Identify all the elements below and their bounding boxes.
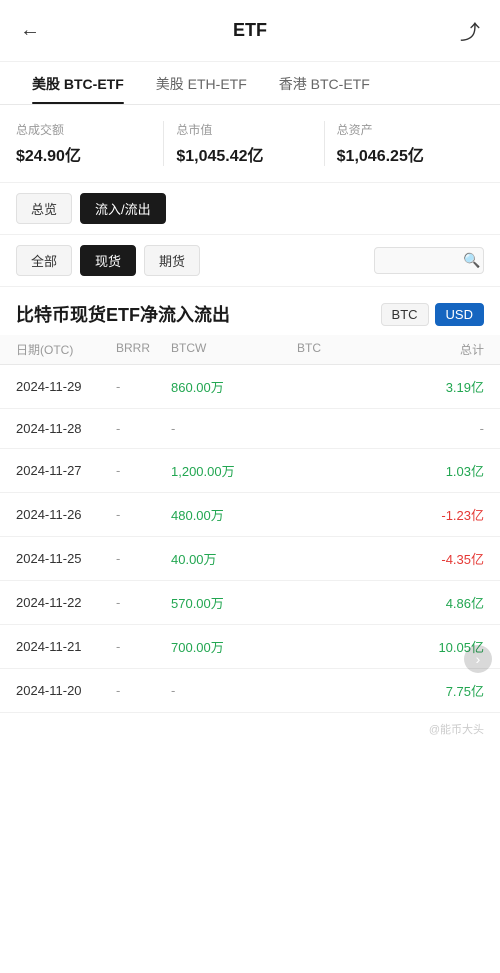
- stat-marketcap-label: 总市值: [176, 121, 311, 138]
- cell-date: 2024-11-29: [16, 379, 116, 394]
- cell-date: 2024-11-25: [16, 551, 116, 566]
- stats-section: 总成交额 $24.90亿 总市值 $1,045.42亿 总资产 $1,046.2…: [0, 105, 500, 183]
- cell-btcw: 700.00万: [171, 637, 246, 656]
- cell-brrr: -: [116, 639, 171, 654]
- type-filter-row: 全部 现货 期货 🔍: [0, 235, 500, 287]
- table-body: 2024-11-29 - 860.00万 3.19亿 2024-11-28 - …: [0, 365, 500, 713]
- cell-brrr: -: [116, 507, 171, 522]
- col-header-date: 日期(OTC): [16, 341, 116, 358]
- stat-marketcap: 总市值 $1,045.42亿: [163, 121, 323, 166]
- tab-eth-etf[interactable]: 美股 ETH-ETF: [140, 62, 263, 104]
- table-row: 2024-11-21 - 700.00万 10.05亿: [0, 625, 500, 669]
- cell-brrr: -: [116, 595, 171, 610]
- stat-assets: 总资产 $1,046.25亿: [324, 121, 484, 166]
- cell-btcw: 40.00万: [171, 549, 246, 568]
- cell-total: 1.03亿: [321, 461, 484, 480]
- back-button[interactable]: ←: [16, 15, 44, 46]
- tab-hk-btc-etf[interactable]: 香港 BTC-ETF: [263, 62, 386, 104]
- search-icon: 🔍: [463, 252, 480, 269]
- share-button[interactable]: ⤴: [456, 12, 484, 49]
- all-type-btn[interactable]: 全部: [16, 245, 72, 276]
- cell-total: 10.05亿: [321, 637, 484, 656]
- top-tabs: 美股 BTC-ETF 美股 ETH-ETF 香港 BTC-ETF: [0, 62, 500, 105]
- table-row: 2024-11-22 - 570.00万 4.86亿: [0, 581, 500, 625]
- cell-date: 2024-11-22: [16, 595, 116, 610]
- cell-date: 2024-11-21: [16, 639, 116, 654]
- stat-assets-value: $1,046.25亿: [337, 142, 472, 166]
- cell-date: 2024-11-28: [16, 421, 116, 436]
- col-header-btc: BTC: [246, 341, 321, 358]
- col-header-total: 总计: [321, 341, 484, 358]
- tab-btc-etf[interactable]: 美股 BTC-ETF: [16, 62, 140, 104]
- cell-date: 2024-11-26: [16, 507, 116, 522]
- col-header-brrr: BRRR: [116, 341, 171, 358]
- cell-total: -4.35亿: [321, 549, 484, 568]
- stat-volume: 总成交额 $24.90亿: [16, 121, 163, 166]
- table-row: 2024-11-29 - 860.00万 3.19亿: [0, 365, 500, 409]
- cell-btcw: 1,200.00万: [171, 461, 246, 480]
- cell-brrr: -: [116, 379, 171, 394]
- cell-brrr: -: [116, 551, 171, 566]
- section-title: 比特币现货ETF净流入流出: [16, 301, 230, 327]
- cell-btcw: 860.00万: [171, 377, 246, 396]
- overview-filter-btn[interactable]: 总览: [16, 193, 72, 224]
- table-row: 2024-11-28 - - -: [0, 409, 500, 449]
- cell-brrr: -: [116, 683, 171, 698]
- cell-total: 7.75亿: [321, 681, 484, 700]
- cell-btcw: -: [171, 421, 246, 436]
- table-row: 2024-11-25 - 40.00万 -4.35亿: [0, 537, 500, 581]
- currency-toggle: BTC USD: [381, 303, 484, 326]
- spot-type-btn[interactable]: 现货: [80, 245, 136, 276]
- stat-volume-label: 总成交额: [16, 121, 151, 138]
- search-box[interactable]: 🔍: [374, 247, 484, 274]
- btc-currency-btn[interactable]: BTC: [381, 303, 429, 326]
- cell-total: 3.19亿: [321, 377, 484, 396]
- table-row: 2024-11-20 - - 7.75亿: [0, 669, 500, 713]
- table-row: 2024-11-26 - 480.00万 -1.23亿: [0, 493, 500, 537]
- scroll-arrow[interactable]: ›: [464, 645, 492, 673]
- stat-volume-value: $24.90亿: [16, 142, 151, 166]
- cell-date: 2024-11-20: [16, 683, 116, 698]
- watermark: @能币大头: [0, 713, 500, 745]
- cell-btcw: 480.00万: [171, 505, 246, 524]
- cell-total: -1.23亿: [321, 505, 484, 524]
- section-title-row: 比特币现货ETF净流入流出 BTC USD: [0, 287, 500, 335]
- cell-date: 2024-11-27: [16, 463, 116, 478]
- filter-row: 总览 流入/流出: [0, 183, 500, 235]
- app-header: ← ETF ⤴: [0, 0, 500, 62]
- futures-type-btn[interactable]: 期货: [144, 245, 200, 276]
- header-title: ETF: [233, 20, 267, 41]
- col-header-btcw: BTCW: [171, 341, 246, 358]
- stat-marketcap-value: $1,045.42亿: [176, 142, 311, 166]
- stat-assets-label: 总资产: [337, 121, 472, 138]
- usd-currency-btn[interactable]: USD: [435, 303, 484, 326]
- cell-total: -: [321, 421, 484, 436]
- cell-btcw: 570.00万: [171, 593, 246, 612]
- inout-filter-btn[interactable]: 流入/流出: [80, 193, 166, 224]
- search-input[interactable]: [383, 253, 463, 268]
- table-header: 日期(OTC) BRRR BTCW BTC 总计: [0, 335, 500, 365]
- cell-btcw: -: [171, 683, 246, 698]
- cell-total: 4.86亿: [321, 593, 484, 612]
- table-row: 2024-11-27 - 1,200.00万 1.03亿: [0, 449, 500, 493]
- cell-brrr: -: [116, 463, 171, 478]
- cell-brrr: -: [116, 421, 171, 436]
